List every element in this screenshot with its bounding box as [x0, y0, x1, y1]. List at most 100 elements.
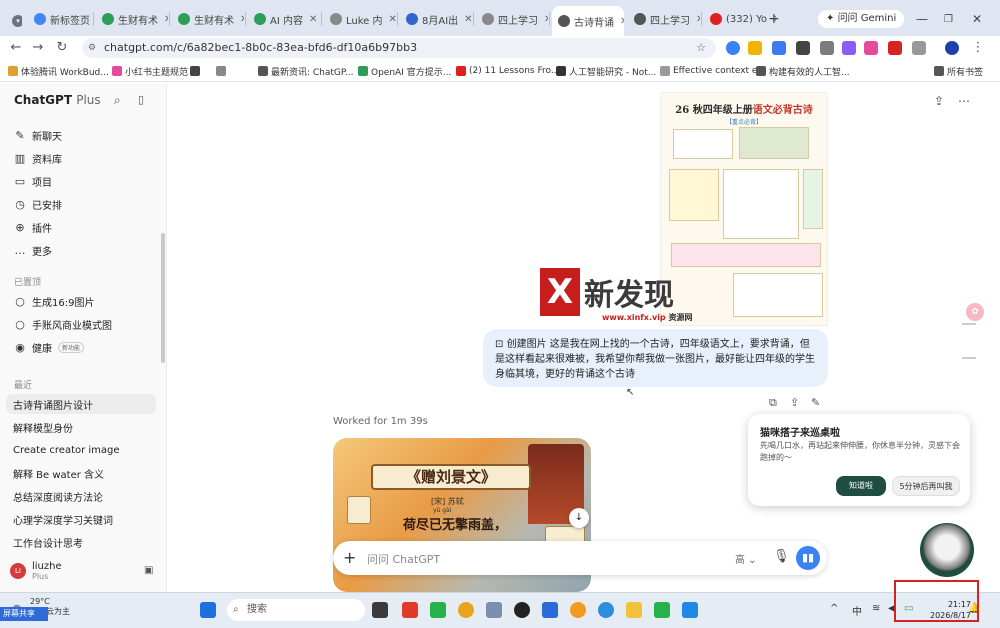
cat-avatar[interactable]	[920, 523, 974, 577]
tab-close-icon[interactable]: ✕	[164, 14, 168, 25]
attach-plus-button[interactable]: +	[343, 548, 356, 567]
taskbar-search[interactable]: ⌕ 搜索	[227, 599, 365, 621]
tab-3[interactable]: AI 内容 ✕	[248, 8, 320, 30]
tab-7[interactable]: 古诗背诵✕	[552, 6, 624, 36]
tab-1[interactable]: 生财有术✕	[96, 8, 168, 30]
bookmark-item[interactable]: 体验腾讯 WorkBud...	[8, 64, 109, 78]
extension-icon[interactable]	[842, 41, 856, 55]
conversation-outline[interactable]	[962, 323, 976, 359]
extension-icon[interactable]	[796, 41, 810, 55]
start-button[interactable]	[200, 602, 216, 618]
projects-item[interactable]: ▭ 项目	[6, 171, 156, 191]
new-tab-button[interactable]: +	[762, 8, 786, 30]
url-input[interactable]: ⚙ chatgpt.com/c/6a82bec1-8b0c-83ea-bfd6-…	[82, 38, 716, 58]
edit-icon[interactable]: ✎	[811, 396, 820, 409]
wifi-icon[interactable]: ≋	[872, 603, 880, 614]
extension-icon[interactable]	[864, 41, 878, 55]
recent-chat-item[interactable]: Create creator image	[6, 440, 156, 460]
app-icon[interactable]	[486, 602, 502, 618]
browser-menu-icon[interactable]: ⋮	[970, 40, 986, 56]
plugins-item[interactable]: ⊕ 插件	[6, 217, 156, 237]
back-button[interactable]: ←	[8, 40, 24, 56]
tab-close-icon[interactable]: ✕	[696, 14, 700, 25]
bookmark-item[interactable]: (2) 11 Lessons Fro...	[456, 64, 559, 78]
more-item[interactable]: … 更多	[6, 240, 156, 260]
recent-chat-item[interactable]: 工作台设计思考	[6, 532, 156, 552]
microphone-icon[interactable]: 🎙	[773, 549, 790, 564]
model-mode-select[interactable]: 高 ⌄	[735, 551, 757, 566]
bookmark-item[interactable]: 小红书主题规范	[112, 64, 188, 78]
user-profile[interactable]: LI liuzhe Plus	[10, 561, 62, 581]
tab-menu-button[interactable]: ▾	[6, 10, 22, 32]
app-icon[interactable]	[570, 602, 586, 618]
recent-chat-item[interactable]: 解释模型身份	[6, 417, 156, 437]
extension-icon[interactable]	[772, 41, 786, 55]
more-options-icon[interactable]: ⋯	[958, 94, 970, 108]
extension-icon[interactable]	[726, 41, 740, 55]
sidebar-scrollbar[interactable]	[161, 233, 165, 363]
bookmark-item[interactable]: OpenAI 官方提示...	[358, 64, 451, 78]
app-icon[interactable]	[682, 602, 698, 618]
bookmark-item[interactable]: Effective context e...	[660, 64, 766, 78]
pinned-item[interactable]: ◉ 健康 新功能	[6, 337, 156, 357]
reload-button[interactable]: ↻	[54, 40, 70, 56]
site-info-icon[interactable]: ⚙	[88, 38, 96, 58]
tab-6[interactable]: 四上学习✕	[476, 8, 548, 30]
extension-icon[interactable]	[888, 41, 902, 55]
recent-chat-item[interactable]: 古诗背诵图片设计	[6, 394, 156, 414]
attached-poster-image[interactable]: 26 秋四年级上册语文必背古诗 【重点必背】	[660, 92, 828, 326]
snooze-button[interactable]: 5分钟后再叫我	[892, 476, 960, 496]
tab-5[interactable]: 8月AI出 ✕	[400, 8, 472, 30]
bookmark-item[interactable]: 人工智能研究 - Not...	[556, 64, 656, 78]
tab-4[interactable]: Luke 内 ✕	[324, 8, 396, 30]
tab-close-icon[interactable]: ✕	[620, 16, 624, 27]
app-icon[interactable]	[542, 602, 558, 618]
search-icon[interactable]: ⌕	[114, 93, 121, 108]
tab-close-icon[interactable]: ✕	[544, 14, 548, 25]
bookmark-item[interactable]	[216, 64, 229, 78]
new-chat-item[interactable]: ✎ 新聊天	[6, 125, 156, 145]
tab-close-icon[interactable]: ✕	[389, 14, 397, 25]
sidebar-toggle-icon[interactable]: ▯	[138, 93, 144, 106]
acknowledge-button[interactable]: 知道啦	[836, 476, 886, 496]
wechat-app-icon[interactable]	[654, 602, 670, 618]
scheduled-item[interactable]: ◷ 已安排	[6, 194, 156, 214]
recent-chat-item[interactable]: 总结深度阅读方法论	[6, 486, 156, 506]
app-title[interactable]: ChatGPT Plus	[14, 93, 101, 107]
extensions-puzzle-icon[interactable]	[912, 41, 926, 55]
close-window-button[interactable]: ✕	[966, 8, 988, 30]
floating-assistant-icon[interactable]: ✿	[966, 303, 984, 321]
pinned-item[interactable]: ○ 生成16:9图片	[6, 291, 156, 311]
tab-close-icon[interactable]: ✕	[240, 14, 244, 25]
extension-icon[interactable]	[820, 41, 834, 55]
ime-indicator[interactable]: 中	[852, 603, 862, 618]
bookmark-item[interactable]: 最新资讯: ChatGP...	[258, 64, 354, 78]
tab-0[interactable]: 新标签页✕	[28, 8, 92, 30]
all-bookmarks-folder[interactable]: 所有书签	[934, 64, 983, 78]
tab-8[interactable]: 四上学习✕	[628, 8, 700, 30]
chatgpt-app-icon[interactable]	[514, 602, 530, 618]
chrome-app-icon[interactable]	[458, 602, 474, 618]
wechat-app-icon[interactable]	[430, 602, 446, 618]
profile-avatar[interactable]	[945, 41, 959, 55]
edge-app-icon[interactable]	[598, 602, 614, 618]
wps-app-icon[interactable]	[402, 602, 418, 618]
scroll-down-button[interactable]: ↓	[569, 508, 589, 528]
share-icon[interactable]: ⇪	[934, 94, 944, 108]
task-view-icon[interactable]	[372, 602, 388, 618]
share-message-icon[interactable]: ⇪	[790, 396, 799, 409]
tab-close-icon[interactable]: ✕	[309, 14, 317, 25]
gift-icon[interactable]: ▣	[144, 565, 153, 576]
recent-chat-item[interactable]: 心理学深度学习关键词	[6, 509, 156, 529]
bookmark-star-icon[interactable]: ☆	[696, 38, 706, 58]
bookmark-item[interactable]: 构建有效的人工智...	[756, 64, 850, 78]
extension-icon[interactable]	[748, 41, 762, 55]
pinned-item[interactable]: ○ 手账风商业模式图	[6, 314, 156, 334]
forward-button[interactable]: →	[30, 40, 46, 56]
prompt-input[interactable]: 问问 ChatGPT	[367, 551, 440, 567]
file-explorer-icon[interactable]	[626, 602, 642, 618]
voice-mode-button[interactable]: ▮▮	[796, 546, 820, 570]
gemini-button[interactable]: ✦ 问问 Gemini	[818, 10, 905, 28]
tab-close-icon[interactable]: ✕	[464, 14, 472, 25]
copy-icon[interactable]: ⧉	[769, 396, 777, 410]
